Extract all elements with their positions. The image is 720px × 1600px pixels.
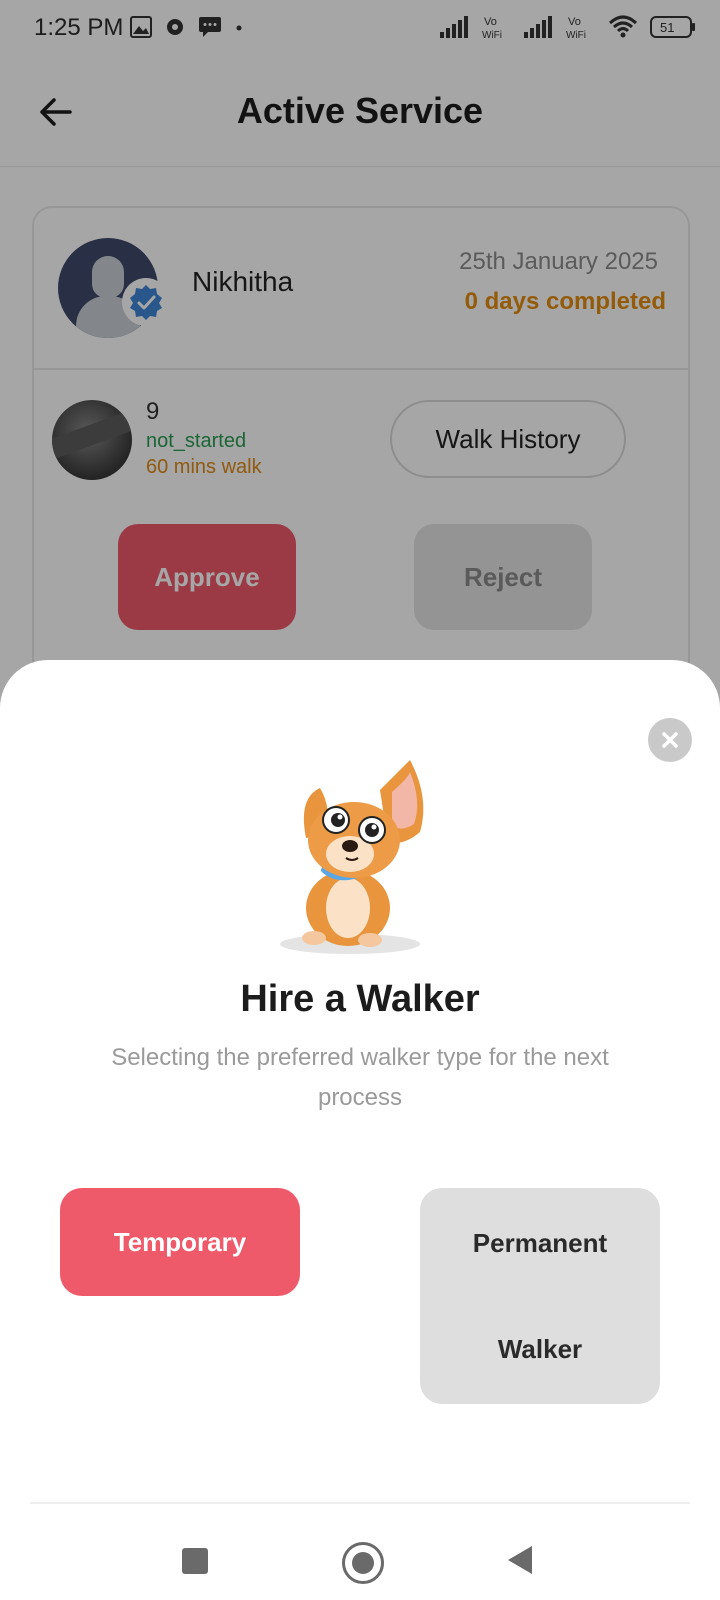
sheet-subtitle: Selecting the preferred walker type for … xyxy=(111,1044,609,1111)
recents-icon[interactable] xyxy=(182,1548,208,1574)
permanent-label-line2: Walker xyxy=(497,1334,583,1364)
dog-illustration xyxy=(280,760,424,954)
home-icon[interactable] xyxy=(342,1542,384,1584)
close-icon xyxy=(662,732,678,748)
permanent-label-line1: Permanent xyxy=(472,1228,608,1258)
sheet-title: Hire a Walker xyxy=(240,978,480,1020)
temporary-walker-button[interactable]: Temporary xyxy=(60,1188,300,1296)
permanent-walker-button[interactable]: Permanent Walker xyxy=(420,1188,660,1404)
close-button[interactable] xyxy=(648,718,692,762)
hire-walker-sheet: Hire a Walker Selecting the preferred wa… xyxy=(0,660,720,1600)
system-nav-bar xyxy=(0,1502,720,1600)
back-icon[interactable] xyxy=(508,1546,532,1574)
